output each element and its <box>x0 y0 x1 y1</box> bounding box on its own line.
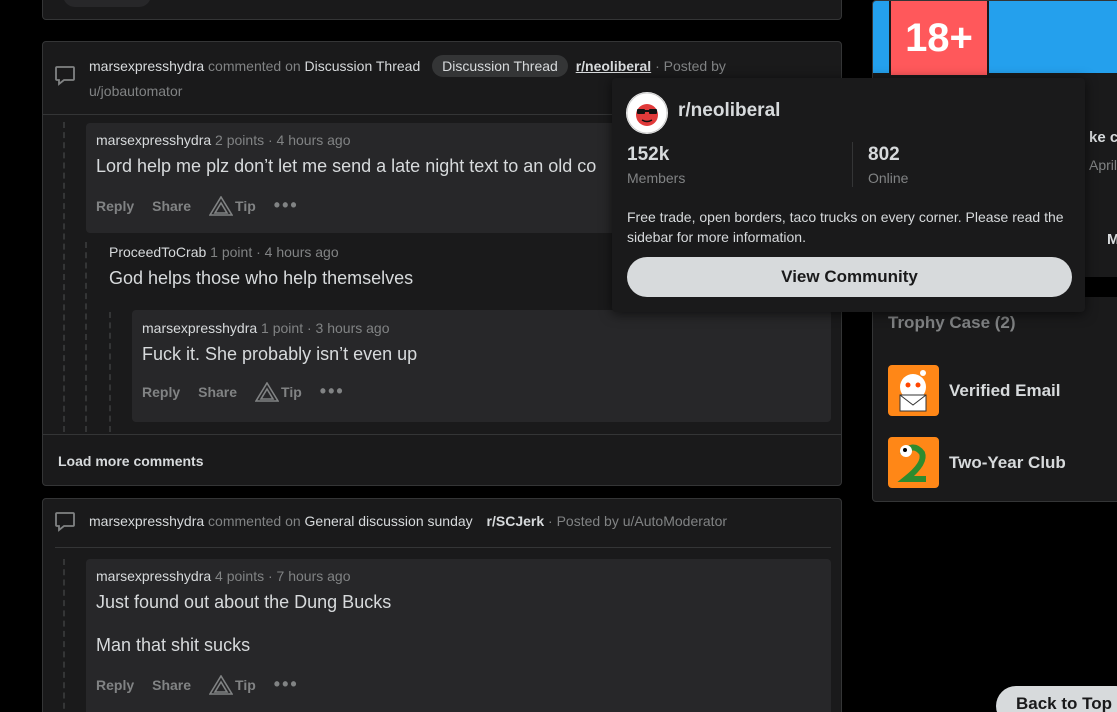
trophy-label: Two-Year Club <box>949 452 1066 472</box>
comment-author[interactable]: marsexpresshydra <box>89 58 204 74</box>
load-more-comments-button[interactable]: Load more comments <box>43 434 841 486</box>
share-button[interactable]: Share <box>198 384 237 400</box>
reply-button[interactable]: Reply <box>96 677 134 693</box>
comment-author[interactable]: marsexpresshydra <box>96 132 211 148</box>
comment-icon <box>55 512 75 532</box>
thread-line[interactable] <box>63 122 65 432</box>
stat-divider <box>852 142 853 187</box>
commented-on-text: commented on <box>208 513 301 529</box>
previous-card-pill[interactable] <box>63 0 151 7</box>
tip-icon <box>209 195 234 216</box>
members-stat: 152k Members <box>627 144 685 186</box>
community-description: Free trade, open borders, taco trucks on… <box>627 209 1064 245</box>
more-options-button[interactable]: ••• <box>274 195 299 216</box>
thread-line[interactable] <box>109 312 111 432</box>
comment-card-2: marsexpresshydra commented on General di… <box>42 498 842 712</box>
partial-profile-text: M <box>1107 231 1117 248</box>
previous-card-stub <box>42 0 842 20</box>
trophy-case-title: Trophy Case (2) <box>888 313 1016 332</box>
view-community-button[interactable]: View Community <box>627 257 1072 297</box>
reply-button[interactable]: Reply <box>96 198 134 214</box>
original-poster-link[interactable]: u/jobautomator <box>89 83 182 99</box>
tip-button[interactable]: Tip <box>255 381 302 402</box>
post-flair[interactable]: Discussion Thread <box>432 55 568 77</box>
subreddit-link[interactable]: r/SCJerk <box>487 513 545 529</box>
verified-email-trophy-icon <box>888 365 939 416</box>
tip-button[interactable]: Tip <box>209 674 256 695</box>
online-count: 802 <box>868 144 900 165</box>
trophy-item[interactable]: Verified Email <box>888 365 1061 416</box>
trophy-item[interactable]: Two-Year Club <box>888 437 1066 488</box>
subreddit-link[interactable]: r/neoliberal <box>576 58 651 74</box>
thread-line[interactable] <box>85 242 87 432</box>
comment-time: · 3 hours ago <box>306 320 390 336</box>
comment-time: · 4 hours ago <box>267 132 351 148</box>
partial-profile-text: April <box>1089 157 1117 173</box>
comment-points: 1 point <box>261 320 304 336</box>
tip-icon <box>209 674 234 695</box>
comment: ProceedToCrab 1 point · 4 hours ago God … <box>109 244 669 304</box>
comment-author[interactable]: marsexpresshydra <box>142 320 257 336</box>
comment-points: 1 point <box>210 244 253 260</box>
thread-title[interactable]: Discussion Thread <box>305 58 421 74</box>
partial-button[interactable] <box>1085 277 1117 297</box>
comment-points: 2 points <box>215 132 265 148</box>
comment-time: · 4 hours ago <box>256 244 339 260</box>
thread-title[interactable]: General discussion sunday <box>305 513 473 529</box>
comment-time: · 7 hours ago <box>267 568 351 584</box>
comment-body: God helps those who help themselves <box>109 268 414 288</box>
online-stat: 802 Online <box>868 144 908 186</box>
members-count: 152k <box>627 144 670 165</box>
comment-body-line: Man that shit sucks <box>96 635 251 655</box>
tip-icon <box>255 381 280 402</box>
posted-by-label: · Posted by <box>655 58 726 74</box>
share-button[interactable]: Share <box>152 677 191 693</box>
online-label: Online <box>868 170 909 186</box>
commented-on-text: commented on <box>208 58 301 74</box>
comment-body-line: Just found out about the Dung Bucks <box>96 592 392 612</box>
comment: marsexpresshydra 1 point · 3 hours ago F… <box>132 310 831 422</box>
comment-author[interactable]: ProceedToCrab <box>109 244 206 260</box>
posted-by-text[interactable]: · Posted by u/AutoModerator <box>548 513 727 529</box>
thread-line[interactable] <box>63 559 65 712</box>
share-button[interactable]: Share <box>152 198 191 214</box>
two-year-club-trophy-icon <box>888 437 939 488</box>
comment-author[interactable]: marsexpresshydra <box>96 568 211 584</box>
back-to-top-button[interactable]: Back to Top <box>996 686 1117 712</box>
nsfw-avatar-badge: 18+ <box>889 1 989 77</box>
tip-button[interactable]: Tip <box>209 195 256 216</box>
reply-button[interactable]: Reply <box>142 384 180 400</box>
community-hover-card: r/neoliberal 152k Members 802 Online Fre… <box>612 78 1085 312</box>
comment-points: 4 points <box>215 568 265 584</box>
members-label: Members <box>627 170 686 186</box>
comment-icon <box>55 66 75 86</box>
comment-body: Fuck it. She probably isn’t even up <box>142 344 418 364</box>
comment: marsexpresshydra 4 points · 7 hours ago … <box>86 559 831 712</box>
divider <box>55 547 831 548</box>
partial-profile-text: ke c <box>1089 129 1117 146</box>
more-options-button[interactable]: ••• <box>274 674 299 695</box>
community-name[interactable]: r/neoliberal <box>678 100 780 122</box>
comment-author[interactable]: marsexpresshydra <box>89 513 204 529</box>
more-options-button[interactable]: ••• <box>320 381 345 402</box>
card-header: marsexpresshydra commented on General di… <box>43 499 841 546</box>
trophy-label: Verified Email <box>949 380 1061 400</box>
community-avatar <box>626 92 668 134</box>
